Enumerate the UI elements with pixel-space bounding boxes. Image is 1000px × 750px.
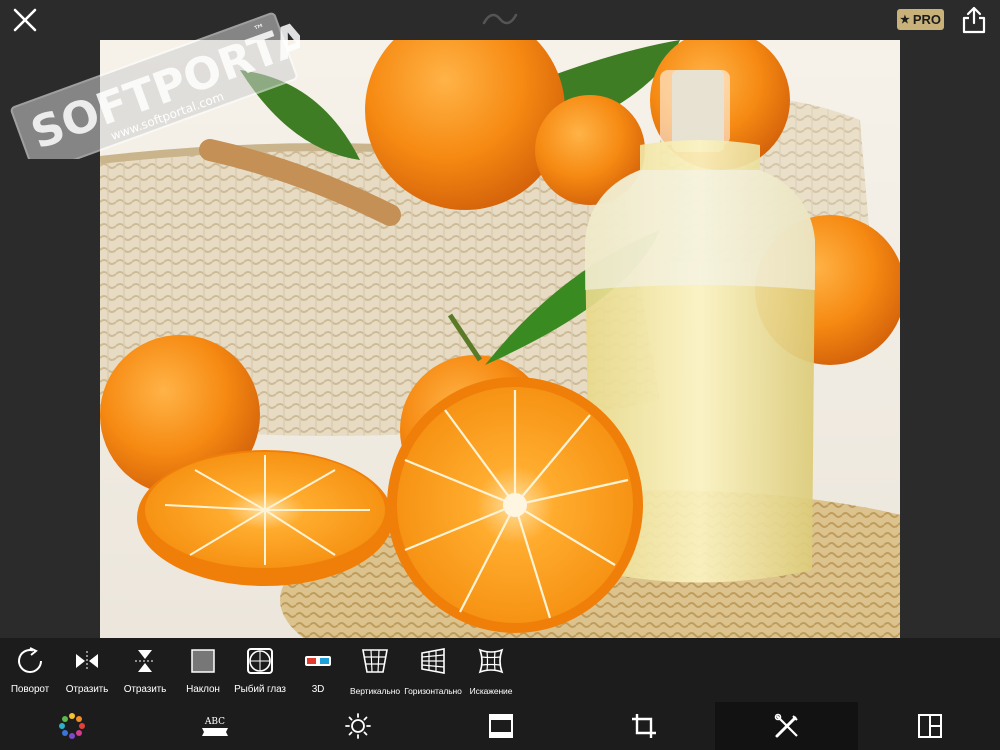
tool-flip-vertical[interactable]: Отразить <box>120 638 170 702</box>
svg-text:ABC: ABC <box>203 717 224 727</box>
tilt-icon <box>188 646 218 676</box>
tilde-logo-icon <box>480 0 520 40</box>
tab-frames[interactable] <box>429 702 572 750</box>
tool-label: Отразить <box>65 684 109 695</box>
tool-label: Поворот <box>10 684 50 695</box>
star-icon: ★ <box>899 14 910 26</box>
canvas-margin <box>0 40 100 638</box>
top-bar: ★ PRO <box>0 0 1000 40</box>
flip-vertical-icon <box>130 646 160 676</box>
tool-horizontal-perspective[interactable]: Горизонтально <box>404 638 462 702</box>
pro-badge[interactable]: ★ PRO <box>897 9 944 30</box>
pro-label: PRO <box>912 12 942 27</box>
tab-text[interactable]: ABC <box>143 702 286 750</box>
tool-rotate[interactable]: Поворот <box>5 638 55 702</box>
distortion-icon <box>476 646 506 676</box>
close-icon <box>13 8 37 32</box>
color-palette-icon <box>58 713 85 739</box>
horizontal-perspective-icon <box>418 646 448 676</box>
tab-crop[interactable] <box>572 702 715 750</box>
vertical-perspective-icon <box>360 646 390 676</box>
tab-colors[interactable] <box>0 702 143 750</box>
tool-label: 3D <box>311 684 325 695</box>
tool-3d[interactable]: 3D <box>293 638 343 702</box>
tools-toolbar: Поворот Отразить Отразить Наклон Рыбий г… <box>0 638 1000 702</box>
3d-glasses-icon <box>303 646 333 676</box>
tool-tilt[interactable]: Наклон <box>178 638 228 702</box>
tool-flip-horizontal[interactable]: Отразить <box>62 638 112 702</box>
tool-fisheye[interactable]: Рыбий глаз <box>232 638 288 702</box>
rotate-icon <box>15 646 45 676</box>
flip-horizontal-icon <box>72 646 102 676</box>
layout-icon <box>917 714 942 738</box>
bottom-tab-bar: ABC <box>0 702 1000 750</box>
tools-icon <box>774 713 798 738</box>
tool-distortion[interactable]: Искажение <box>463 638 519 702</box>
share-icon <box>962 6 986 34</box>
share-button[interactable] <box>961 6 987 34</box>
frame-icon <box>488 714 513 738</box>
photo-canvas[interactable] <box>100 40 900 638</box>
tab-adjust[interactable] <box>286 702 429 750</box>
text-banner-icon: ABC <box>201 717 228 736</box>
fisheye-icon <box>245 646 275 676</box>
close-button[interactable] <box>12 7 38 33</box>
tool-label: Наклон <box>186 684 220 695</box>
tool-label: Вертикально <box>350 686 400 696</box>
tool-label: Искажение <box>469 686 513 696</box>
tab-tools[interactable] <box>715 702 858 750</box>
crop-icon <box>631 714 656 738</box>
tool-label: Рыбий глаз <box>234 684 286 695</box>
tool-label: Отразить <box>123 684 167 695</box>
tool-vertical-perspective[interactable]: Вертикально <box>346 638 404 702</box>
brightness-icon <box>344 713 371 739</box>
tool-label: Горизонтально <box>404 686 462 696</box>
tab-layout[interactable] <box>858 702 1000 750</box>
